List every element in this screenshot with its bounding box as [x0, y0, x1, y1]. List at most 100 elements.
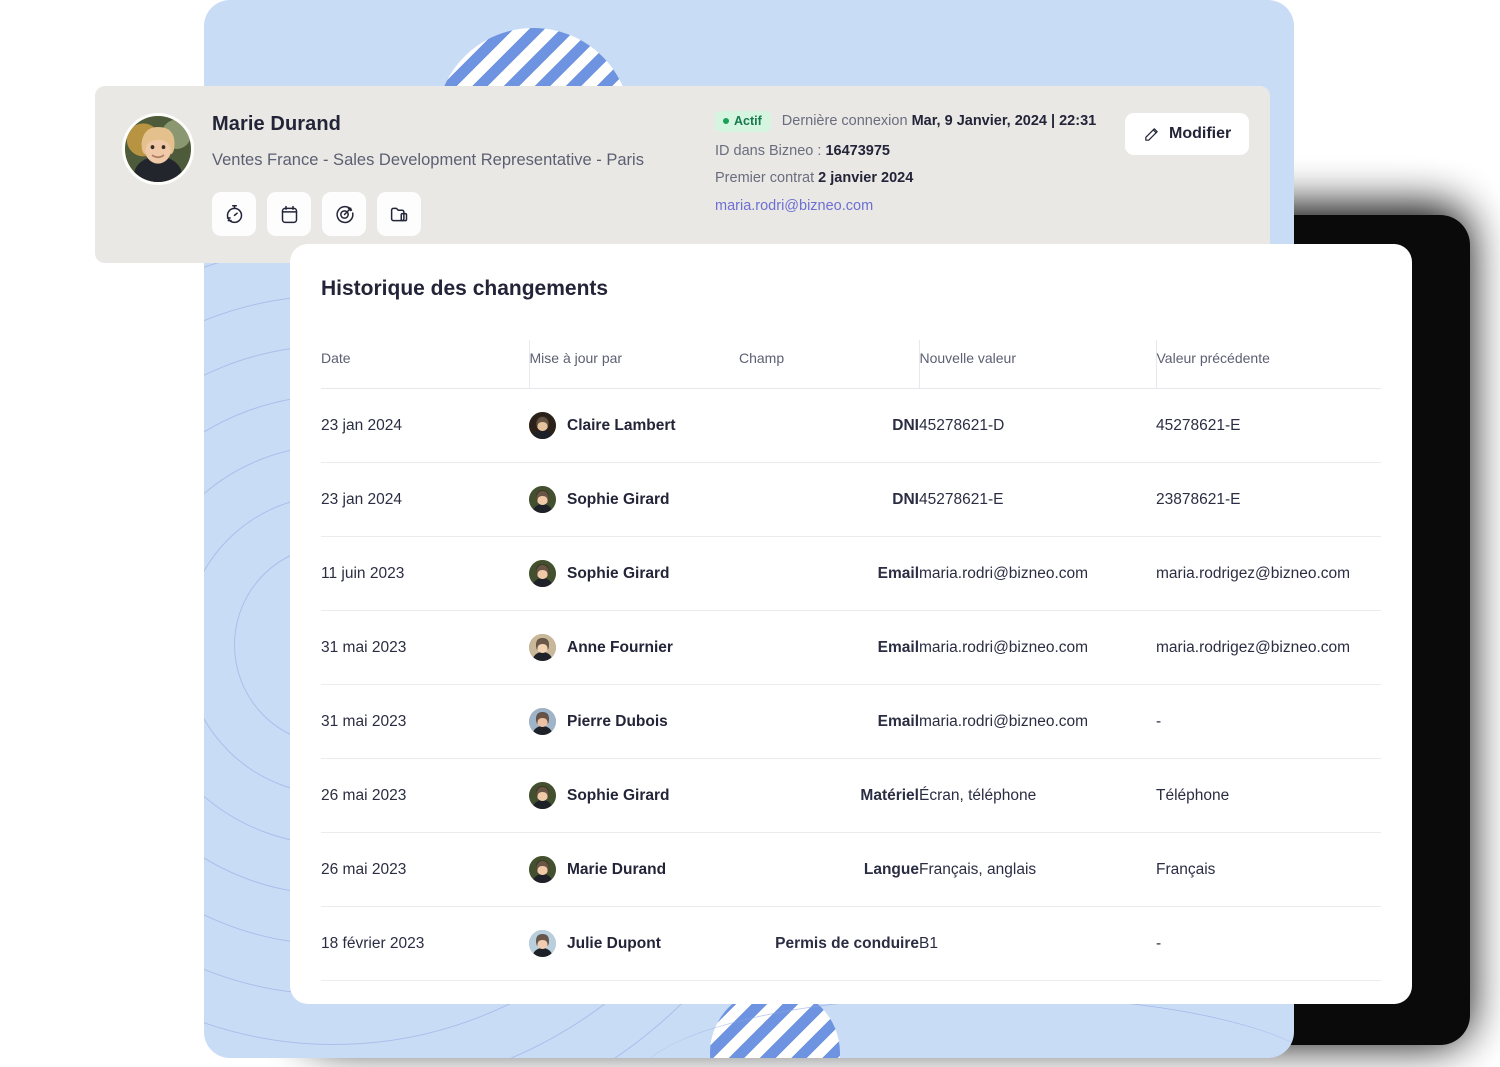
user-name: Pierre Dubois: [567, 712, 668, 730]
user-name: Sophie Girard: [567, 490, 670, 508]
cell-new-value: Écran, téléphone: [919, 758, 1156, 833]
avatar: [529, 486, 556, 513]
table-row[interactable]: 26 mai 2023 Sophie Girard Matériel Écran, t…: [321, 758, 1381, 833]
table-header: Date Mise à jour par Champ Nouvelle vale…: [321, 340, 1381, 389]
cell-updated-by: Anne Fournier: [529, 610, 739, 685]
avatar-photo: [529, 486, 556, 513]
calendar-icon-button[interactable]: [267, 192, 311, 236]
cell-previous-value: -: [1156, 906, 1381, 981]
bizneo-id-label: ID dans Bizneo :: [715, 142, 822, 159]
cell-field: Langue: [739, 832, 919, 907]
last-login-value: Mar, 9 Janvier, 2024 | 22:31: [911, 113, 1097, 130]
profile-subtitle: Ventes France - Sales Development Repres…: [212, 151, 644, 169]
cell-updated-by: Sophie Girard: [529, 758, 739, 833]
column-header-field[interactable]: Champ: [739, 340, 919, 389]
avatar-photo: [529, 634, 556, 661]
cell-previous-value: Français: [1156, 832, 1381, 907]
column-header-date[interactable]: Date: [321, 340, 529, 389]
cell-new-value: maria.rodrige@bizneo.com: [919, 980, 1156, 1004]
first-contract-label: Premier contrat: [715, 169, 815, 186]
stopwatch-icon: [226, 204, 242, 223]
cell-previous-value: Téléphone: [1156, 758, 1381, 833]
avatar: [529, 708, 556, 735]
avatar-photo: [529, 708, 556, 735]
cell-date: 23 jan 2024: [321, 462, 529, 537]
avatar: [529, 560, 556, 587]
table-row[interactable]: 23 jan 2024 Claire Lambert DNI 45278621-D 45…: [321, 388, 1381, 463]
table-row[interactable]: 26 mai 2023 Marie Durand Langue Français, a…: [321, 832, 1381, 907]
avatar: [122, 113, 194, 185]
cell-updated-by: Julie Dupont: [529, 906, 739, 981]
column-header-previous-value[interactable]: Valeur précédente: [1155, 340, 1381, 389]
table-row[interactable]: 18 février 2023 Julie Dupont Permis de con…: [321, 906, 1381, 981]
last-login: Dernière connexion Mar, 9 Janvier, 2024 …: [782, 113, 1096, 129]
cell-field: Email: [739, 536, 919, 611]
cell-field: Email: [739, 980, 919, 1004]
table-row[interactable]: 23 jan 2024 Sophie Girard DNI 45278621-E 238…: [321, 462, 1381, 537]
profile-meta-block: Actif Dernière connexion Mar, 9 Janvier,…: [715, 111, 1096, 214]
avatar-photo: [529, 930, 556, 957]
user-name: Anne Fournier: [567, 638, 673, 656]
table-body: 23 jan 2024 Claire Lambert DNI 45278621-D 45…: [321, 388, 1381, 1004]
cell-updated-by: Pierre Dubois: [529, 684, 739, 759]
user-name: Marie Durand: [567, 860, 667, 878]
cell-field: Email: [739, 684, 919, 759]
table-row[interactable]: 31 mai 2023 Anne Fournier Email maria.rodri…: [321, 610, 1381, 685]
stopwatch-icon-button[interactable]: [212, 192, 256, 236]
cell-previous-value: maria.rodrigez@bizneo.com: [1156, 610, 1381, 685]
avatar-photo: [529, 412, 556, 439]
cell-new-value: 45278621-E: [919, 462, 1156, 537]
cell-date: 23 jan 2024: [321, 388, 529, 463]
cell-new-value: maria.rodri@bizneo.com: [919, 610, 1156, 685]
avatar: [529, 634, 556, 661]
cell-date: 26 mai 2023: [321, 832, 529, 907]
last-login-label: Dernière connexion: [781, 113, 908, 130]
user-name: Claire Lambert: [567, 416, 676, 434]
pencil-icon: [1145, 127, 1158, 141]
cell-date: 26 mai 2023: [321, 758, 529, 833]
history-card: Historique des changements Date Mise à j…: [290, 244, 1412, 1004]
cell-field: Permis de conduire: [739, 906, 919, 981]
cell-date: 31 mai 2023: [321, 684, 529, 759]
folder-document-icon-button[interactable]: [377, 192, 421, 236]
cell-updated-by: Sophie Girard: [529, 462, 739, 537]
folder-document-icon: [390, 207, 407, 221]
profile-header-card: Marie Durand Ventes France - Sales Devel…: [95, 86, 1270, 263]
avatar-photo: [529, 782, 556, 809]
bizneo-id-value: 16473975: [825, 142, 890, 159]
avatar: [529, 782, 556, 809]
table-header-row: Date Mise à jour par Champ Nouvelle vale…: [321, 340, 1381, 389]
cell-date: 18 Feb 2023: [321, 980, 529, 1004]
cell-updated-by: Sophie Girard: [529, 980, 739, 1004]
user-name: Sophie Girard: [567, 786, 670, 804]
history-table: Date Mise à jour par Champ Nouvelle vale…: [321, 340, 1381, 1004]
table-row[interactable]: 11 juin 2023 Sophie Girard Email maria.rodr…: [321, 536, 1381, 611]
edit-button-label: Modifier: [1169, 125, 1232, 142]
cell-previous-value: -: [1156, 684, 1381, 759]
email-link[interactable]: maria.rodri@bizneo.com: [715, 198, 1096, 214]
cell-new-value: B1: [919, 906, 1156, 981]
avatar-photo: [125, 116, 191, 182]
column-header-new-value[interactable]: Nouvelle valeur: [918, 340, 1156, 389]
cell-new-value: 45278621-D: [919, 388, 1156, 463]
table-row[interactable]: 31 mai 2023 Pierre Dubois Email maria.rodri…: [321, 684, 1381, 759]
column-header-updated-by[interactable]: Mise à jour par: [528, 340, 739, 389]
status-dot-icon: [723, 118, 729, 125]
avatar-photo: [529, 560, 556, 587]
target-icon-button[interactable]: [322, 192, 366, 236]
calendar-icon: [281, 205, 297, 223]
edit-button[interactable]: Modifier: [1125, 113, 1250, 155]
cell-field: DNI: [739, 388, 919, 463]
avatar-photo: [529, 856, 556, 883]
table-row[interactable]: 18 Feb 2023Sophie GirardEmailmaria.rodri…: [321, 980, 1381, 1004]
cell-field: DNI: [739, 462, 919, 537]
first-contract-value: 2 janvier 2024: [818, 169, 914, 186]
cell-updated-by: Claire Lambert: [529, 388, 739, 463]
cell-new-value: maria.rodri@bizneo.com: [919, 684, 1156, 759]
cell-field: Matériel: [739, 758, 919, 833]
first-contract-row: Premier contrat 2 janvier 2024: [715, 170, 1096, 186]
target-icon: [335, 205, 354, 223]
cell-updated-by: Sophie Girard: [529, 536, 739, 611]
cell-date: 31 mai 2023: [321, 610, 529, 685]
screenshot-root: Marie Durand Ventes France - Sales Devel…: [0, 0, 1500, 1067]
